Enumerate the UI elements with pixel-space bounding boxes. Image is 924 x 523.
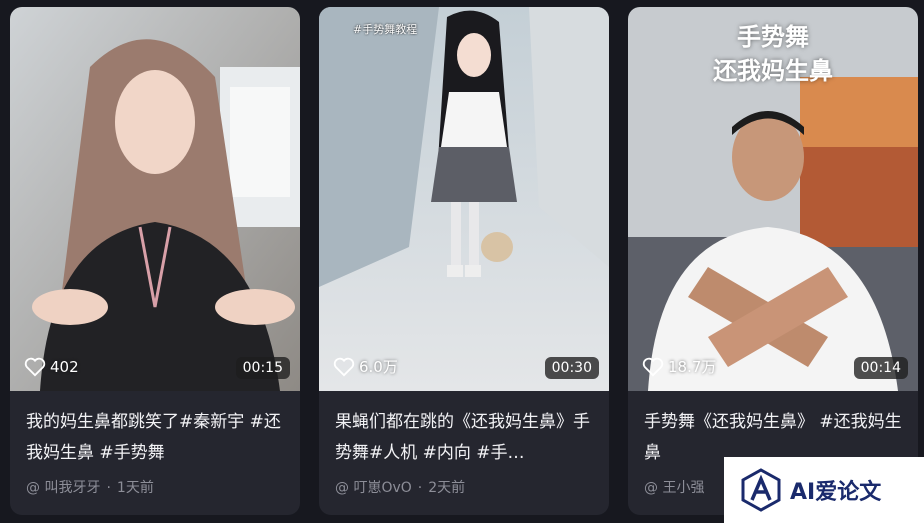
video-title[interactable]: 我的妈生鼻都跳笑了#秦新宇 #还我妈生鼻 #手势舞	[26, 407, 286, 469]
video-thumbnail[interactable]: #手势舞教程 6.0万 00:30	[319, 7, 609, 391]
heart-icon	[642, 357, 664, 376]
logo-icon	[741, 468, 781, 512]
video-title[interactable]: 果蝇们都在跳的《还我妈生鼻》手势舞#人机 #内向 #手…	[335, 407, 595, 469]
post-age: 1天前	[116, 480, 154, 496]
video-meta: @ 叫我牙牙 · 1天前	[26, 480, 154, 496]
video-thumbnail[interactable]: 手势舞 还我妈生鼻 18.7万 00:14	[628, 7, 918, 391]
video-overlay-line-2: 还我妈生鼻	[713, 57, 833, 85]
post-age: 2天前	[428, 480, 466, 496]
duration-badge: 00:30	[544, 357, 599, 379]
author-name[interactable]: @ 叮崽OvO	[335, 480, 412, 496]
video-overlay-text: #手势舞教程	[353, 23, 418, 36]
like-count-value: 18.7万	[668, 358, 717, 376]
watermark-logo: AI爱论文	[724, 457, 924, 523]
duration-badge: 00:14	[853, 357, 908, 379]
heart-icon	[24, 357, 46, 377]
watermark-text: AI爱论文	[790, 480, 882, 505]
like-count-value: 402	[50, 358, 79, 376]
like-count: 18.7万	[642, 356, 716, 377]
like-count: 402	[24, 357, 79, 377]
video-thumbnail[interactable]: 402 00:15	[10, 7, 300, 391]
video-card-2[interactable]: #手势舞教程 6.0万 00:30 果蝇们都在跳的《还我妈生鼻》手势舞#人机 #…	[319, 7, 609, 515]
video-meta: @ 叮崽OvO · 2天前	[335, 480, 466, 496]
like-count-value: 6.0万	[359, 358, 398, 376]
video-meta: @ 王小强	[644, 477, 704, 497]
video-overlay-line-1: 手势舞	[737, 23, 809, 51]
author-name[interactable]: @ 王小强	[644, 480, 704, 496]
video-card-3[interactable]: 手势舞 还我妈生鼻 18.7万 00:14 手势舞《还我妈生鼻》 #还我妈生鼻 …	[628, 7, 918, 515]
like-count: 6.0万	[333, 356, 398, 377]
duration-badge: 00:15	[235, 357, 290, 379]
author-name[interactable]: @ 叫我牙牙	[26, 480, 100, 496]
heart-icon	[333, 357, 355, 376]
video-card-1[interactable]: 402 00:15 我的妈生鼻都跳笑了#秦新宇 #还我妈生鼻 #手势舞 @ 叫我…	[10, 7, 300, 515]
